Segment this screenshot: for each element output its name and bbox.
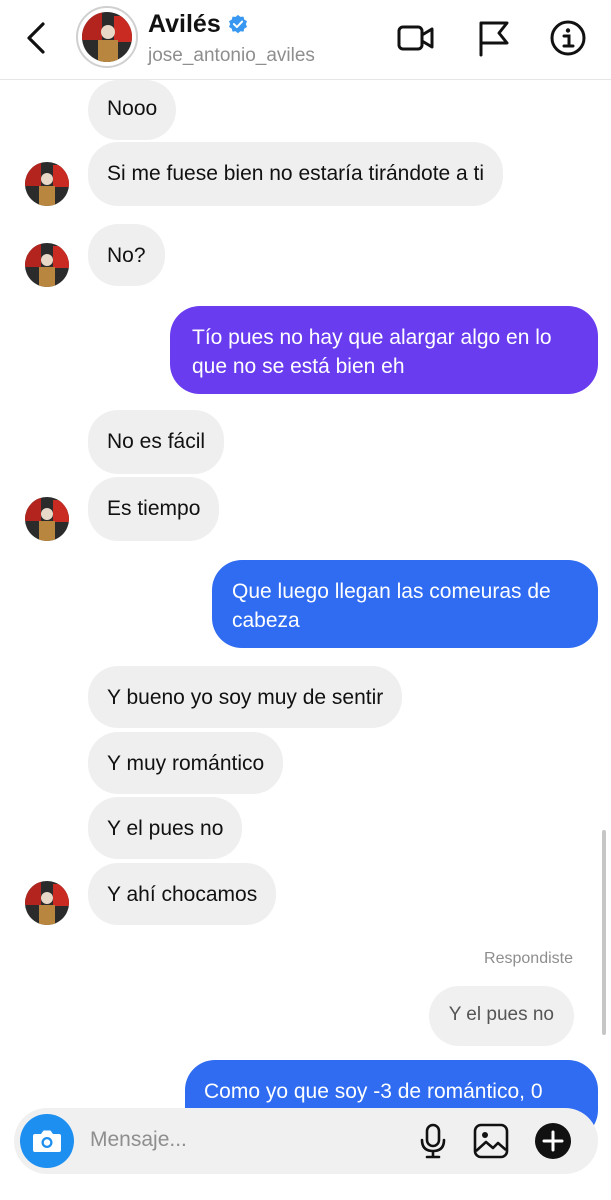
avatar[interactable] (25, 162, 69, 206)
message-outgoing[interactable]: Que luego llegan las comeuras de cabeza (212, 560, 598, 648)
message-incoming[interactable]: Y muy romántico (88, 732, 284, 794)
username-label: jose_antonio_aviles (148, 45, 315, 66)
message-incoming[interactable]: Y bueno yo soy muy de sentir (88, 666, 403, 728)
profile-photo (25, 243, 69, 287)
message-incoming[interactable]: Y el pues no (88, 797, 243, 859)
message-incoming[interactable]: Es tiempo (88, 477, 220, 541)
message-incoming[interactable]: Si me fuese bien no estaría tirándote a … (88, 142, 504, 206)
profile-photo (25, 881, 69, 925)
camera-icon (33, 1130, 61, 1152)
message-composer: Mensaje... (14, 1108, 598, 1174)
avatar[interactable] (25, 243, 69, 287)
message-incoming[interactable]: No es fácil (88, 410, 225, 474)
avatar[interactable] (25, 881, 69, 925)
message-incoming[interactable]: Y ahí chocamos (88, 863, 277, 925)
profile-photo (82, 12, 132, 62)
replied-label: Respondiste (484, 950, 573, 967)
flag-icon[interactable] (474, 18, 514, 58)
scrollbar[interactable] (602, 830, 606, 1035)
camera-button[interactable] (20, 1114, 74, 1168)
image-icon[interactable] (472, 1122, 510, 1160)
plus-icon[interactable] (534, 1122, 572, 1160)
back-chevron-icon[interactable] (22, 20, 52, 56)
microphone-icon[interactable] (414, 1122, 452, 1160)
message-outgoing[interactable]: Tío pues no hay que alargar algo en lo q… (170, 306, 598, 394)
avatar[interactable] (76, 6, 138, 68)
info-icon[interactable] (548, 18, 588, 58)
chat-title-block[interactable]: Avilés jose_antonio_aviles (148, 10, 315, 67)
profile-photo (25, 162, 69, 206)
video-call-icon[interactable] (396, 18, 436, 58)
reply-quote[interactable]: Y el pues no (428, 986, 574, 1046)
page-title: Avilés (148, 10, 221, 38)
message-incoming[interactable]: No? (88, 224, 165, 286)
profile-photo (25, 497, 69, 541)
message-input[interactable]: Mensaje... (90, 1128, 187, 1152)
verified-badge-icon (228, 14, 247, 33)
message-incoming[interactable]: Nooo (88, 80, 177, 140)
chat-header: Avilés jose_antonio_aviles (0, 0, 611, 80)
avatar[interactable] (25, 497, 69, 541)
